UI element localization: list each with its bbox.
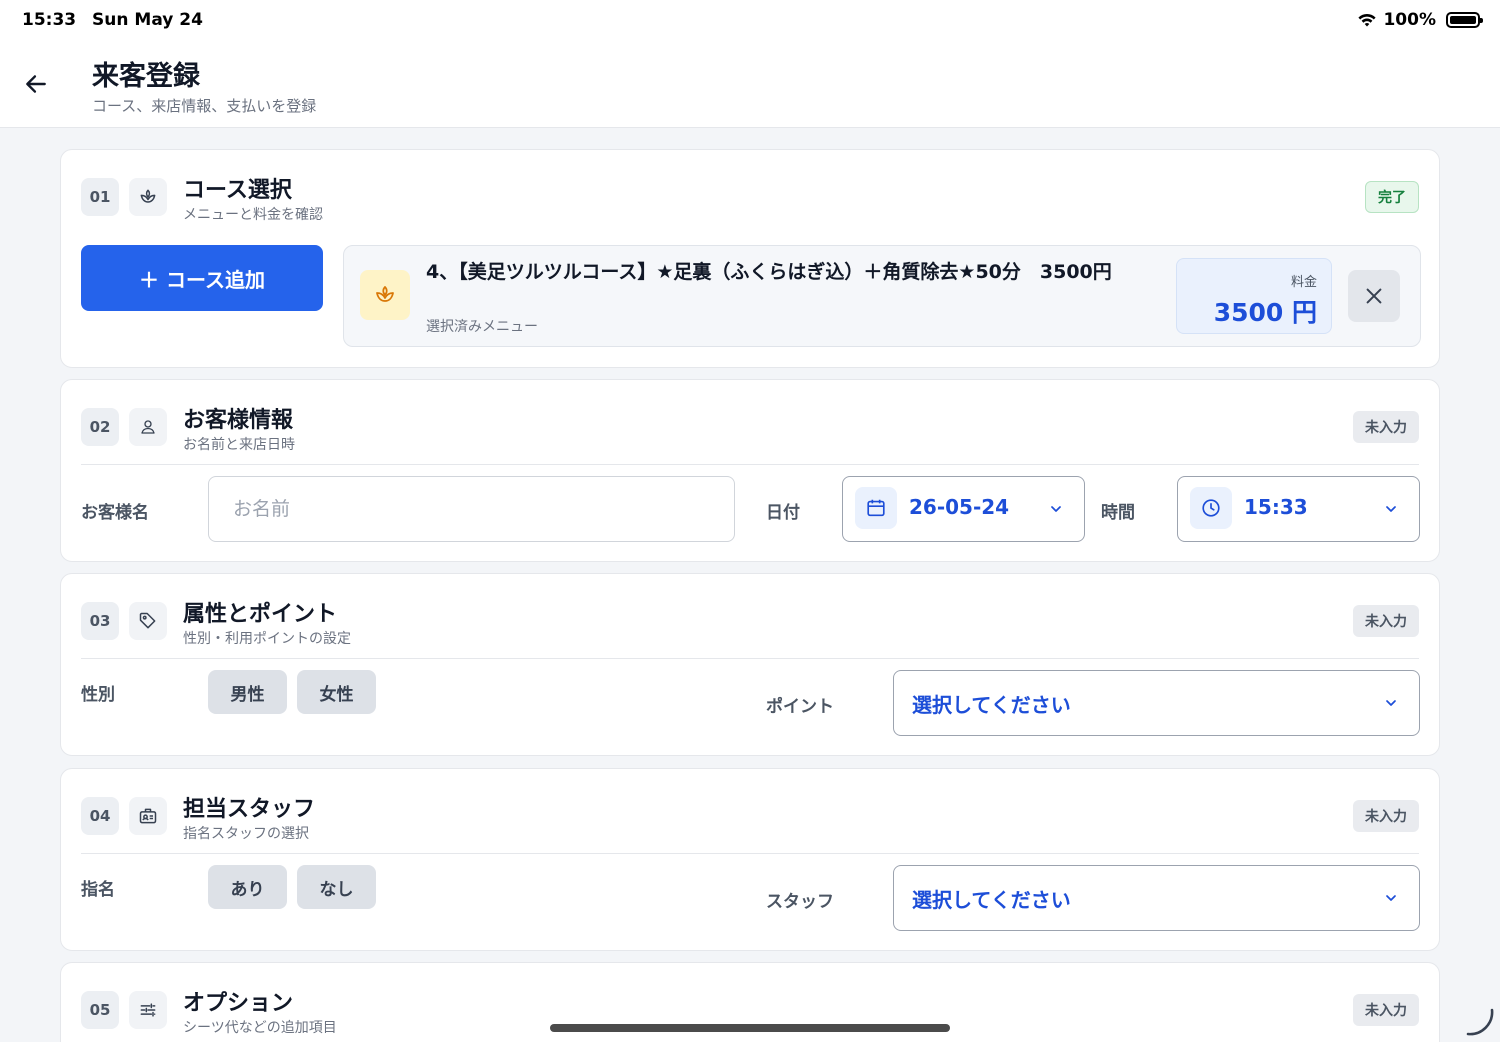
sliders-icon [129,991,167,1029]
page-subtitle: コース、来店情報、支払いを登録 [92,97,317,115]
customer-name-input[interactable] [208,476,735,542]
course-section-header: 01 コース選択 メニューと料金を確認 完了 [81,150,1419,234]
customer-section-header: 02 お客様情報 お名前と来店日時 未入力 [81,380,1419,464]
section-number: 05 [81,991,119,1029]
section-number: 04 [81,797,119,835]
attributes-section-header: 03 属性とポイント 性別・利用ポイントの設定 未入力 [81,574,1419,658]
section-subtitle: 性別・利用ポイントの設定 [183,631,351,647]
price-display: 料金 3500 円 [1176,258,1332,334]
selected-course-card: 4、【美足ツルツルコース】★足裏（ふくらはぎ込）＋角質除去★50分 3500円 … [343,245,1421,347]
section-divider [81,658,1419,659]
page-header: 来客登録 コース、来店情報、支払いを登録 [0,40,1500,128]
customer-name-label: お客様名 [81,503,149,523]
price-label: 料金 [1290,275,1317,290]
staff-section: 04 担当スタッフ 指名スタッフの選択 未入力 指名 あり なし スタッフ 選択… [60,768,1440,951]
course-section: 01 コース選択 メニューと料金を確認 完了 ＋ コース追加 4、【美足ツルツル… [60,149,1440,368]
status-badge: 完了 [1365,181,1419,213]
battery-percent: 100% [1383,10,1436,30]
status-badge: 未入力 [1353,994,1419,1026]
battery-icon [1446,12,1483,28]
status-badge: 未入力 [1353,605,1419,637]
section-title: お客様情報 [183,408,294,433]
wifi-icon [1358,13,1377,27]
add-course-button[interactable]: ＋ コース追加 [81,245,323,311]
selected-course-caption: 選択済みメニュー [426,319,538,335]
status-bar: 15:33 Sun May 24 100% [0,0,1500,40]
staff-select[interactable]: 選択してください [893,865,1420,931]
lotus-icon [129,178,167,216]
status-badge: 未入力 [1353,800,1419,832]
user-icon [129,408,167,446]
close-icon [1366,288,1382,304]
arrow-left-icon [26,75,46,93]
section-divider [81,853,1419,854]
status-badge: 未入力 [1353,411,1419,443]
gender-label: 性別 [81,685,115,705]
lotus-icon [360,270,410,320]
nomination-no-button[interactable]: なし [297,865,376,909]
status-indicators: 100% [1357,10,1483,30]
back-button[interactable] [20,68,52,100]
staff-select-value: 選択してください [912,888,1071,912]
date-value: 26-05-24 [909,495,1010,519]
staff-section-header: 04 担当スタッフ 指名スタッフの選択 未入力 [81,769,1419,853]
gender-male-button[interactable]: 男性 [208,670,287,714]
point-select[interactable]: 選択してください [893,670,1420,736]
section-title: オプション [183,991,294,1016]
price-value: 3500 円 [1213,298,1317,327]
section-number: 02 [81,408,119,446]
chevron-down-icon [1386,700,1396,706]
customer-section: 02 お客様情報 お名前と来店日時 未入力 お客様名 日付 26-05-24 時… [60,379,1440,562]
point-select-value: 選択してください [912,693,1071,717]
chevron-down-icon [1386,506,1396,512]
section-title: 属性とポイント [183,602,338,627]
loading-spinner-icon [1466,1008,1494,1036]
clock-icon [1190,487,1232,529]
tag-icon [129,602,167,640]
status-time: 15:33 [22,10,77,30]
section-number: 03 [81,602,119,640]
id-badge-icon [129,797,167,835]
remove-course-button[interactable] [1348,270,1400,322]
attributes-section: 03 属性とポイント 性別・利用ポイントの設定 未入力 性別 男性 女性 ポイン… [60,573,1440,756]
home-indicator [550,1024,950,1032]
page-title: 来客登録 [92,61,200,92]
calendar-icon [855,487,897,529]
date-label: 日付 [766,503,800,523]
section-number: 01 [81,178,119,216]
section-title: コース選択 [183,178,292,203]
selected-course-name: 4、【美足ツルツルコース】★足裏（ふくらはぎ込）＋角質除去★50分 3500円 [426,261,1112,283]
nomination-label: 指名 [81,880,115,900]
gender-female-button[interactable]: 女性 [297,670,376,714]
section-title: 担当スタッフ [183,797,316,822]
chevron-down-icon [1051,506,1061,512]
date-picker[interactable]: 26-05-24 [842,476,1085,542]
chevron-down-icon [1386,895,1396,901]
nomination-yes-button[interactable]: あり [208,865,287,909]
point-label: ポイント [766,697,834,717]
status-time-date: 15:33 Sun May 24 [22,10,203,30]
section-subtitle: 指名スタッフの選択 [183,826,309,842]
time-label: 時間 [1101,503,1135,523]
section-subtitle: メニューと料金を確認 [183,207,323,223]
section-divider [81,464,1419,465]
section-subtitle: シーツ代などの追加項目 [183,1020,337,1036]
status-date: Sun May 24 [92,10,203,30]
time-picker[interactable]: 15:33 [1177,476,1420,542]
section-subtitle: お名前と来店日時 [183,437,295,453]
staff-label: スタッフ [766,892,834,912]
time-value: 15:33 [1244,495,1308,519]
